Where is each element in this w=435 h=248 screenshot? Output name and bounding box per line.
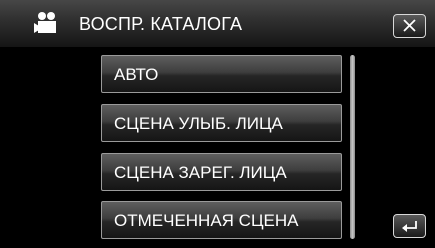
screen: ВОСПР. КАТАЛОГА АВТО СЦЕНА УЛЫБ. ЛИЦА СЦ… — [0, 0, 435, 248]
page-title: ВОСПР. КАТАЛОГА — [79, 14, 243, 34]
close-icon — [403, 19, 416, 32]
menu-item-marked-scene[interactable]: ОТМЕЧЕННАЯ СЦЕНА — [101, 201, 342, 239]
scrollbar-thumb[interactable] — [350, 55, 355, 239]
header-bar: ВОСПР. КАТАЛОГА — [0, 0, 435, 47]
menu-item-auto[interactable]: АВТО — [101, 55, 342, 93]
close-button[interactable] — [393, 14, 426, 38]
menu-item-smile-scene[interactable]: СЦЕНА УЛЫБ. ЛИЦА — [101, 104, 342, 142]
scrollbar[interactable] — [350, 55, 355, 239]
menu-item-registered-face-scene[interactable]: СЦЕНА ЗАРЕГ. ЛИЦА — [101, 153, 342, 191]
back-button[interactable] — [393, 214, 426, 238]
video-camera-icon — [34, 11, 60, 35]
return-icon — [402, 221, 417, 232]
